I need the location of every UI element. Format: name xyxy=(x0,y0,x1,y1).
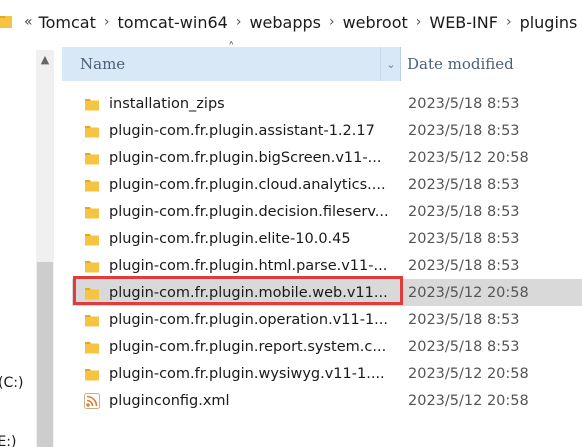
scroll-up-arrow-icon[interactable]: ▲ xyxy=(36,50,54,68)
chevron-down-icon[interactable]: ⌄ xyxy=(380,47,401,81)
chevron-right-icon[interactable]: › xyxy=(102,14,112,30)
name-column-label: Name xyxy=(80,55,126,73)
folder-icon xyxy=(84,204,100,220)
file-name[interactable]: plugin-com.fr.plugin.html.parse.v11-... xyxy=(109,258,411,274)
folder-icon xyxy=(84,339,100,355)
file-name[interactable]: plugin-com.fr.plugin.decision.fileserv..… xyxy=(109,204,411,220)
file-date-modified: 2023/5/18 8:53 xyxy=(408,203,520,220)
file-date-modified: 2023/5/18 8:53 xyxy=(408,230,520,247)
file-date-modified: 2023/5/12 20:58 xyxy=(408,149,529,166)
breadcrumb-item-tomcat[interactable]: Tomcat xyxy=(33,13,102,32)
file-row[interactable]: plugin-com.fr.plugin.cloud.analytics....… xyxy=(72,171,582,198)
breadcrumb-item-web-inf[interactable]: WEB-INF xyxy=(423,13,504,32)
file-name[interactable]: plugin-com.fr.plugin.elite-10.0.45 xyxy=(109,231,411,247)
file-date-modified: 2023/5/12 20:58 xyxy=(408,284,529,301)
file-date-modified: 2023/5/18 8:53 xyxy=(408,95,520,112)
file-name[interactable]: plugin-com.fr.plugin.wysiwyg.v11-1.... xyxy=(109,366,411,382)
folder-icon xyxy=(84,312,100,328)
file-row[interactable]: plugin-com.fr.plugin.operation.v11-1... 2… xyxy=(72,306,582,333)
file-date-modified: 2023/5/18 8:53 xyxy=(408,257,520,274)
chevron-right-icon[interactable]: › xyxy=(414,14,424,30)
file-date-modified: 2023/5/18 8:53 xyxy=(408,338,520,355)
file-row[interactable]: installation_zips 2023/5/18 8:53 xyxy=(72,90,582,117)
breadcrumb: « Tomcat › tomcat-win64 › webapps › webr… xyxy=(0,0,582,44)
breadcrumb-overflow-button[interactable]: « xyxy=(24,14,33,30)
file-name[interactable]: installation_zips xyxy=(109,96,411,112)
file-name[interactable]: plugin-com.fr.plugin.report.system.c... xyxy=(109,339,411,355)
file-name[interactable]: plugin-com.fr.plugin.operation.v11-1... xyxy=(109,312,411,328)
folder-icon xyxy=(0,15,12,29)
file-row[interactable]: plugin-com.fr.plugin.html.parse.v11-... 2… xyxy=(72,252,582,279)
sort-ascending-icon: ˄ xyxy=(228,41,235,56)
file-name[interactable]: plugin-com.fr.plugin.bigScreen.v11-... xyxy=(109,150,411,166)
file-name[interactable]: plugin-com.fr.plugin.assistant-1.2.17 xyxy=(109,123,411,139)
folder-icon xyxy=(84,177,100,193)
file-row[interactable]: plugin-com.fr.plugin.elite-10.0.45 2023/5… xyxy=(72,225,582,252)
name-column-header[interactable]: Name ˄ ⌄ xyxy=(62,41,401,81)
file-row[interactable]: plugin-com.fr.plugin.report.system.c... 2… xyxy=(72,333,582,360)
date-modified-column-header[interactable]: Date modified xyxy=(407,47,582,81)
nav-drive-e[interactable]: (E:) xyxy=(0,434,17,447)
file-date-modified: 2023/5/18 8:53 xyxy=(408,122,520,139)
file-row[interactable]: plugin-com.fr.plugin.mobile.web.v11... 20… xyxy=(72,279,582,306)
breadcrumb-item-webapps[interactable]: webapps xyxy=(243,13,327,32)
breadcrumb-item-plugins[interactable]: plugins xyxy=(514,13,582,32)
folder-icon xyxy=(84,366,100,382)
folder-icon xyxy=(84,258,100,274)
folder-icon xyxy=(84,231,100,247)
file-name[interactable]: plugin-com.fr.plugin.mobile.web.v11... xyxy=(109,285,411,301)
file-row[interactable]: plugin-com.fr.plugin.decision.fileserv..… xyxy=(72,198,582,225)
chevron-right-icon[interactable]: › xyxy=(234,14,244,30)
file-date-modified: 2023/5/12 20:58 xyxy=(408,365,529,382)
folder-icon xyxy=(84,96,100,112)
folder-icon xyxy=(84,150,100,166)
file-date-modified: 2023/5/18 8:53 xyxy=(408,176,520,193)
file-list: installation_zips 2023/5/18 8:53 plugin-co… xyxy=(72,90,582,414)
breadcrumb-item-webroot[interactable]: webroot xyxy=(337,13,414,32)
chevron-right-icon[interactable]: › xyxy=(504,14,514,30)
file-row[interactable]: plugin-com.fr.plugin.wysiwyg.v11-1.... 20… xyxy=(72,360,582,387)
column-header: Name ˄ ⌄ Date modified xyxy=(62,41,582,86)
navigation-pane: ▲ (C:) (E:) xyxy=(0,44,58,447)
nav-scrollbar-thumb[interactable] xyxy=(37,262,53,447)
folder-icon xyxy=(84,123,100,139)
file-row[interactable]: plugin-com.fr.plugin.assistant-1.2.17 202… xyxy=(72,117,582,144)
file-date-modified: 2023/5/12 20:58 xyxy=(408,392,529,409)
date-modified-column-label: Date modified xyxy=(407,55,514,73)
folder-icon xyxy=(84,285,100,301)
xml-feed-icon xyxy=(84,392,100,409)
nav-drive-c[interactable]: (C:) xyxy=(0,375,23,391)
file-row[interactable]: pluginconfig.xml 2023/5/12 20:58 xyxy=(72,387,582,414)
file-name[interactable]: pluginconfig.xml xyxy=(109,393,411,409)
file-date-modified: 2023/5/18 8:53 xyxy=(408,311,520,328)
file-name[interactable]: plugin-com.fr.plugin.cloud.analytics.... xyxy=(109,177,411,193)
breadcrumb-item-tomcat-win64[interactable]: tomcat-win64 xyxy=(112,13,234,32)
chevron-right-icon[interactable]: › xyxy=(327,14,337,30)
file-row[interactable]: plugin-com.fr.plugin.bigScreen.v11-... 20… xyxy=(72,144,582,171)
